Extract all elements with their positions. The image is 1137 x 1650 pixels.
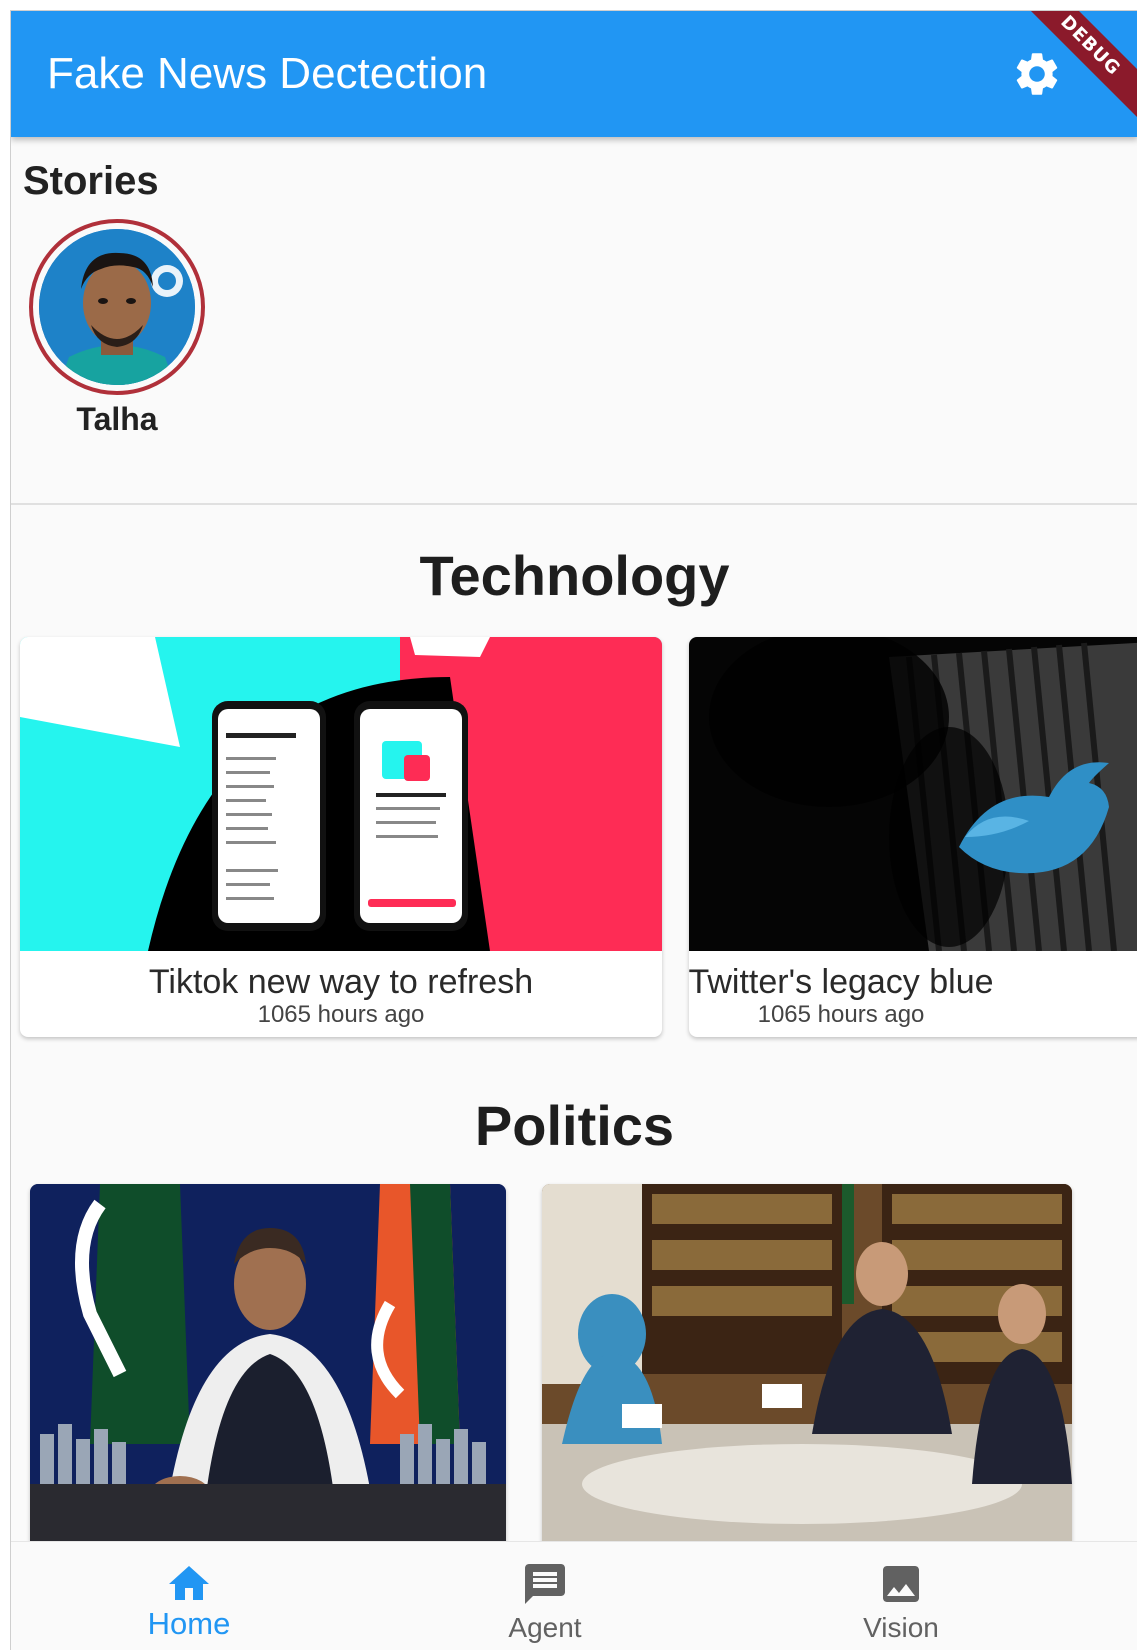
news-time: 1065 hours ago	[757, 1001, 925, 1028]
news-time: 1065 hours ago	[257, 1001, 425, 1028]
stories-heading: Stories	[23, 159, 159, 203]
politics-photo-1	[30, 1184, 506, 1564]
app-screen: Fake News Dectection DEBUG Stories Talha…	[10, 10, 1137, 1650]
settings-button[interactable]	[1011, 48, 1063, 100]
nav-item-vision[interactable]: Vision	[801, 1542, 1001, 1650]
nav-label-home: Home	[147, 1606, 231, 1641]
message-icon	[525, 1564, 565, 1604]
app-bar: Fake News Dectection DEBUG	[11, 11, 1137, 137]
news-card[interactable]: Twitter's legacy blue 1065 hours ago	[689, 637, 1137, 1037]
news-image	[689, 637, 1137, 951]
news-title: Tiktok new way to refresh	[148, 963, 534, 1001]
app-title: Fake News Dectection	[47, 49, 488, 98]
home-icon	[169, 1566, 209, 1600]
bottom-navigation: Home Agent Vision	[11, 1541, 1137, 1650]
nav-label-vision: Vision	[863, 1612, 939, 1643]
news-image	[30, 1184, 506, 1564]
nav-item-home[interactable]: Home	[89, 1542, 289, 1650]
avatar-portrait	[39, 229, 195, 385]
section-heading-technology: Technology	[419, 544, 730, 607]
news-image	[20, 637, 662, 951]
gear-icon	[1016, 53, 1058, 95]
avatar	[39, 229, 195, 385]
nav-item-agent[interactable]: Agent	[445, 1542, 645, 1650]
tiktok-illustration	[20, 637, 662, 951]
politics-photo-2	[542, 1184, 1072, 1564]
section-heading-politics: Politics	[474, 1094, 675, 1157]
news-title: Twitter's legacy blue	[689, 963, 994, 1001]
news-card[interactable]: Tiktok new way to refresh 1065 hours ago	[20, 637, 662, 1037]
divider	[11, 503, 1137, 505]
story-name: Talha	[76, 401, 158, 437]
news-image	[542, 1184, 1072, 1564]
news-card[interactable]	[30, 1184, 506, 1564]
story-item[interactable]: Talha	[29, 219, 205, 438]
twitter-illustration	[689, 637, 1137, 951]
nav-label-agent: Agent	[508, 1612, 582, 1643]
news-card[interactable]	[542, 1184, 1072, 1564]
image-icon	[883, 1566, 919, 1602]
story-ring	[29, 219, 205, 395]
